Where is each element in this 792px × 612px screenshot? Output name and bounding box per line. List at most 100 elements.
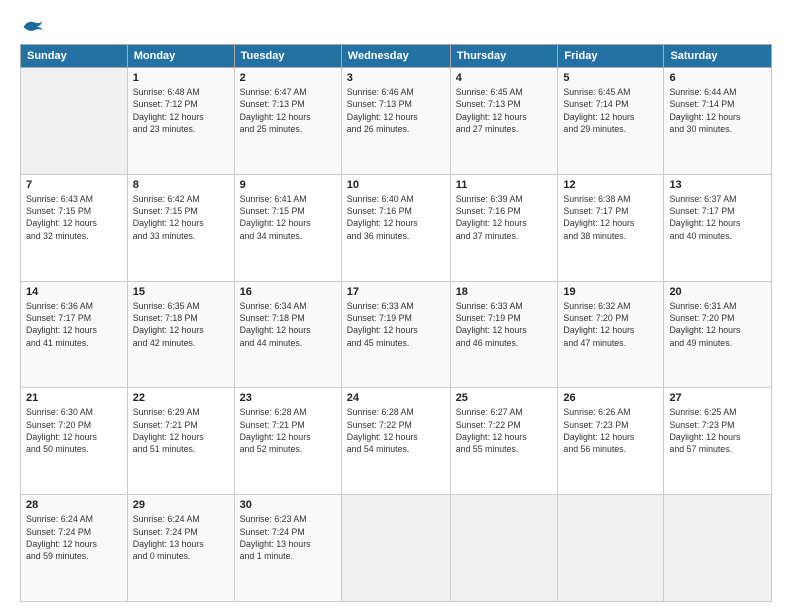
day-info: Sunrise: 6:25 AM Sunset: 7:23 PM Dayligh… — [669, 406, 766, 455]
day-number: 22 — [133, 392, 229, 404]
day-info: Sunrise: 6:31 AM Sunset: 7:20 PM Dayligh… — [669, 300, 766, 349]
day-cell: 29 Sunrise: 6:24 AM Sunset: 7:24 PM Dayli… — [127, 495, 234, 602]
day-info: Sunrise: 6:33 AM Sunset: 7:19 PM Dayligh… — [347, 300, 445, 349]
day-info: Sunrise: 6:34 AM Sunset: 7:18 PM Dayligh… — [240, 300, 336, 349]
day-info: Sunrise: 6:28 AM Sunset: 7:22 PM Dayligh… — [347, 406, 445, 455]
day-info: Sunrise: 6:37 AM Sunset: 7:17 PM Dayligh… — [669, 193, 766, 242]
day-cell: 1 Sunrise: 6:48 AM Sunset: 7:12 PM Daylig… — [127, 68, 234, 175]
header — [20, 18, 772, 36]
week-row-3: 14 Sunrise: 6:36 AM Sunset: 7:17 PM Dayli… — [21, 281, 772, 388]
day-cell: 19 Sunrise: 6:32 AM Sunset: 7:20 PM Dayli… — [558, 281, 664, 388]
day-number: 13 — [669, 179, 766, 191]
day-number: 6 — [669, 72, 766, 84]
day-cell: 28 Sunrise: 6:24 AM Sunset: 7:24 PM Dayli… — [21, 495, 128, 602]
day-cell: 2 Sunrise: 6:47 AM Sunset: 7:13 PM Daylig… — [234, 68, 341, 175]
day-cell: 25 Sunrise: 6:27 AM Sunset: 7:22 PM Dayli… — [450, 388, 558, 495]
day-number: 12 — [563, 179, 658, 191]
calendar-header-row: SundayMondayTuesdayWednesdayThursdayFrid… — [21, 45, 772, 68]
day-info: Sunrise: 6:43 AM Sunset: 7:15 PM Dayligh… — [26, 193, 122, 242]
calendar-table: SundayMondayTuesdayWednesdayThursdayFrid… — [20, 44, 772, 602]
day-number: 25 — [456, 392, 553, 404]
day-info: Sunrise: 6:48 AM Sunset: 7:12 PM Dayligh… — [133, 86, 229, 135]
day-info: Sunrise: 6:24 AM Sunset: 7:24 PM Dayligh… — [133, 513, 229, 562]
col-header-tuesday: Tuesday — [234, 45, 341, 68]
col-header-friday: Friday — [558, 45, 664, 68]
day-info: Sunrise: 6:27 AM Sunset: 7:22 PM Dayligh… — [456, 406, 553, 455]
day-info: Sunrise: 6:41 AM Sunset: 7:15 PM Dayligh… — [240, 193, 336, 242]
day-number: 2 — [240, 72, 336, 84]
day-number: 28 — [26, 499, 122, 511]
logo-bird-icon — [22, 18, 44, 36]
col-header-sunday: Sunday — [21, 45, 128, 68]
week-row-4: 21 Sunrise: 6:30 AM Sunset: 7:20 PM Dayli… — [21, 388, 772, 495]
day-cell: 11 Sunrise: 6:39 AM Sunset: 7:16 PM Dayli… — [450, 174, 558, 281]
col-header-thursday: Thursday — [450, 45, 558, 68]
day-number: 11 — [456, 179, 553, 191]
day-cell: 5 Sunrise: 6:45 AM Sunset: 7:14 PM Daylig… — [558, 68, 664, 175]
day-number: 21 — [26, 392, 122, 404]
day-number: 18 — [456, 286, 553, 298]
day-info: Sunrise: 6:44 AM Sunset: 7:14 PM Dayligh… — [669, 86, 766, 135]
day-cell: 18Sunrise: 6:33 AM Sunset: 7:19 PM Dayli… — [450, 281, 558, 388]
day-info: Sunrise: 6:30 AM Sunset: 7:20 PM Dayligh… — [26, 406, 122, 455]
day-info: Sunrise: 6:40 AM Sunset: 7:16 PM Dayligh… — [347, 193, 445, 242]
day-cell: 22 Sunrise: 6:29 AM Sunset: 7:21 PM Dayli… — [127, 388, 234, 495]
day-number: 16 — [240, 286, 336, 298]
day-cell: 4 Sunrise: 6:45 AM Sunset: 7:13 PM Daylig… — [450, 68, 558, 175]
day-cell: 26Sunrise: 6:26 AM Sunset: 7:23 PM Dayli… — [558, 388, 664, 495]
day-cell: 12 Sunrise: 6:38 AM Sunset: 7:17 PM Dayli… — [558, 174, 664, 281]
day-cell: 15Sunrise: 6:35 AM Sunset: 7:18 PM Dayli… — [127, 281, 234, 388]
day-number: 23 — [240, 392, 336, 404]
logo — [20, 18, 48, 36]
day-cell — [341, 495, 450, 602]
day-number: 4 — [456, 72, 553, 84]
day-info: Sunrise: 6:38 AM Sunset: 7:17 PM Dayligh… — [563, 193, 658, 242]
day-cell: 9 Sunrise: 6:41 AM Sunset: 7:15 PM Daylig… — [234, 174, 341, 281]
day-number: 24 — [347, 392, 445, 404]
day-info: Sunrise: 6:28 AM Sunset: 7:21 PM Dayligh… — [240, 406, 336, 455]
col-header-monday: Monday — [127, 45, 234, 68]
day-number: 9 — [240, 179, 336, 191]
day-number: 30 — [240, 499, 336, 511]
day-number: 7 — [26, 179, 122, 191]
day-cell — [558, 495, 664, 602]
day-number: 19 — [563, 286, 658, 298]
day-info: Sunrise: 6:24 AM Sunset: 7:24 PM Dayligh… — [26, 513, 122, 562]
day-number: 27 — [669, 392, 766, 404]
day-number: 26 — [563, 392, 658, 404]
day-number: 1 — [133, 72, 229, 84]
col-header-saturday: Saturday — [664, 45, 772, 68]
day-info: Sunrise: 6:46 AM Sunset: 7:13 PM Dayligh… — [347, 86, 445, 135]
day-info: Sunrise: 6:45 AM Sunset: 7:13 PM Dayligh… — [456, 86, 553, 135]
day-info: Sunrise: 6:36 AM Sunset: 7:17 PM Dayligh… — [26, 300, 122, 349]
week-row-1: 1 Sunrise: 6:48 AM Sunset: 7:12 PM Daylig… — [21, 68, 772, 175]
day-number: 17 — [347, 286, 445, 298]
day-cell: 30 Sunrise: 6:23 AM Sunset: 7:24 PM Dayli… — [234, 495, 341, 602]
day-info: Sunrise: 6:32 AM Sunset: 7:20 PM Dayligh… — [563, 300, 658, 349]
day-number: 20 — [669, 286, 766, 298]
day-cell: 17 Sunrise: 6:33 AM Sunset: 7:19 PM Dayli… — [341, 281, 450, 388]
day-number: 5 — [563, 72, 658, 84]
day-info: Sunrise: 6:47 AM Sunset: 7:13 PM Dayligh… — [240, 86, 336, 135]
day-cell: 3Sunrise: 6:46 AM Sunset: 7:13 PM Daylig… — [341, 68, 450, 175]
week-row-5: 28 Sunrise: 6:24 AM Sunset: 7:24 PM Dayli… — [21, 495, 772, 602]
day-info: Sunrise: 6:39 AM Sunset: 7:16 PM Dayligh… — [456, 193, 553, 242]
day-cell: 16 Sunrise: 6:34 AM Sunset: 7:18 PM Dayli… — [234, 281, 341, 388]
col-header-wednesday: Wednesday — [341, 45, 450, 68]
day-cell: 27 Sunrise: 6:25 AM Sunset: 7:23 PM Dayli… — [664, 388, 772, 495]
day-info: Sunrise: 6:42 AM Sunset: 7:15 PM Dayligh… — [133, 193, 229, 242]
day-cell: 23 Sunrise: 6:28 AM Sunset: 7:21 PM Dayli… — [234, 388, 341, 495]
day-info: Sunrise: 6:29 AM Sunset: 7:21 PM Dayligh… — [133, 406, 229, 455]
day-cell — [664, 495, 772, 602]
day-info: Sunrise: 6:45 AM Sunset: 7:14 PM Dayligh… — [563, 86, 658, 135]
day-cell: 13 Sunrise: 6:37 AM Sunset: 7:17 PM Dayli… — [664, 174, 772, 281]
day-number: 29 — [133, 499, 229, 511]
day-cell — [450, 495, 558, 602]
day-number: 15 — [133, 286, 229, 298]
day-number: 10 — [347, 179, 445, 191]
page: SundayMondayTuesdayWednesdayThursdayFrid… — [0, 0, 792, 612]
day-cell: 7 Sunrise: 6:43 AM Sunset: 7:15 PM Daylig… — [21, 174, 128, 281]
day-cell: 24 Sunrise: 6:28 AM Sunset: 7:22 PM Dayli… — [341, 388, 450, 495]
day-number: 14 — [26, 286, 122, 298]
day-info: Sunrise: 6:23 AM Sunset: 7:24 PM Dayligh… — [240, 513, 336, 562]
